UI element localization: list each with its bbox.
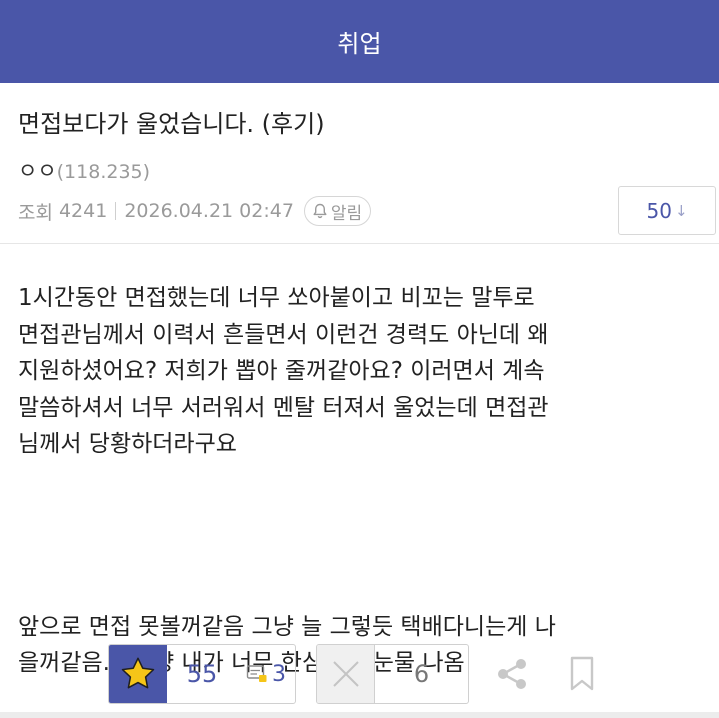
body-line: 면접관님께서 이력서 흔들면서 이런건 경력도 아닌데 왜 <box>18 321 549 348</box>
post-body: 1시간동안 면접했는데 너무 쏘아붙이고 비꼬는 말투로 면접관님께서 이력서 … <box>18 280 708 682</box>
reply-count-button[interactable]: 50 ↓ <box>618 186 716 235</box>
board-title[interactable]: 취업 <box>337 24 381 59</box>
share-button[interactable] <box>492 644 532 704</box>
post-title: 면접보다가 울었습니다. (후기) <box>18 110 325 138</box>
star-icon <box>121 657 155 689</box>
like-count: 55 <box>186 660 218 688</box>
bookmark-icon <box>570 656 594 691</box>
like-group: 55 3 <box>108 644 296 704</box>
post-meta: 조회 4241 2026.04.21 02:47 알림 <box>18 196 372 226</box>
bell-icon <box>313 203 327 219</box>
close-icon <box>332 661 359 687</box>
author-name[interactable]: ㅇㅇ <box>18 155 57 185</box>
alert-label: 알림 <box>330 203 363 224</box>
views-count: 4241 <box>58 200 108 222</box>
bookmark-button[interactable] <box>564 644 600 704</box>
views-label: 조회 <box>18 201 53 224</box>
meta-divider <box>115 202 117 220</box>
dislike-button[interactable] <box>317 645 375 703</box>
body-line: 지원하셨어요? 저희가 뽑아 줄꺼같아요? 이러면서 계속 <box>18 358 545 384</box>
author-info: ㅇㅇ (118.235) <box>18 155 150 185</box>
top-bar: 취업 <box>0 0 719 83</box>
author-ip: (118.235) <box>56 161 151 183</box>
like-button[interactable] <box>109 645 167 703</box>
body-line: 님께서 당황하더라구요 <box>18 431 237 457</box>
arrow-down-icon: ↓ <box>674 201 688 220</box>
share-icon <box>498 659 526 689</box>
reply-count: 50 <box>646 198 672 223</box>
comment-count-button[interactable]: 3 <box>237 645 295 703</box>
dislike-count: 6 <box>413 660 430 688</box>
header-divider <box>0 243 719 244</box>
comment-count: 3 <box>272 661 286 687</box>
body-line: 1시간동안 면접했는데 너무 쏘아붙이고 비꼬는 말투로 <box>18 285 535 311</box>
dislike-group: 6 <box>316 644 469 704</box>
body-line: 말씀하셔서 너무 서러워서 멘탈 터져서 울었는데 면접관 <box>18 394 549 421</box>
alert-button[interactable]: 알림 <box>303 196 372 226</box>
comment-icon <box>246 665 267 682</box>
post-datetime: 2026.04.21 02:47 <box>124 200 294 222</box>
body-line: 앞으로 면접 못볼꺼같음 그냥 늘 그렇듯 택배다니는게 나 <box>18 613 556 640</box>
bottom-shadow <box>0 712 719 718</box>
